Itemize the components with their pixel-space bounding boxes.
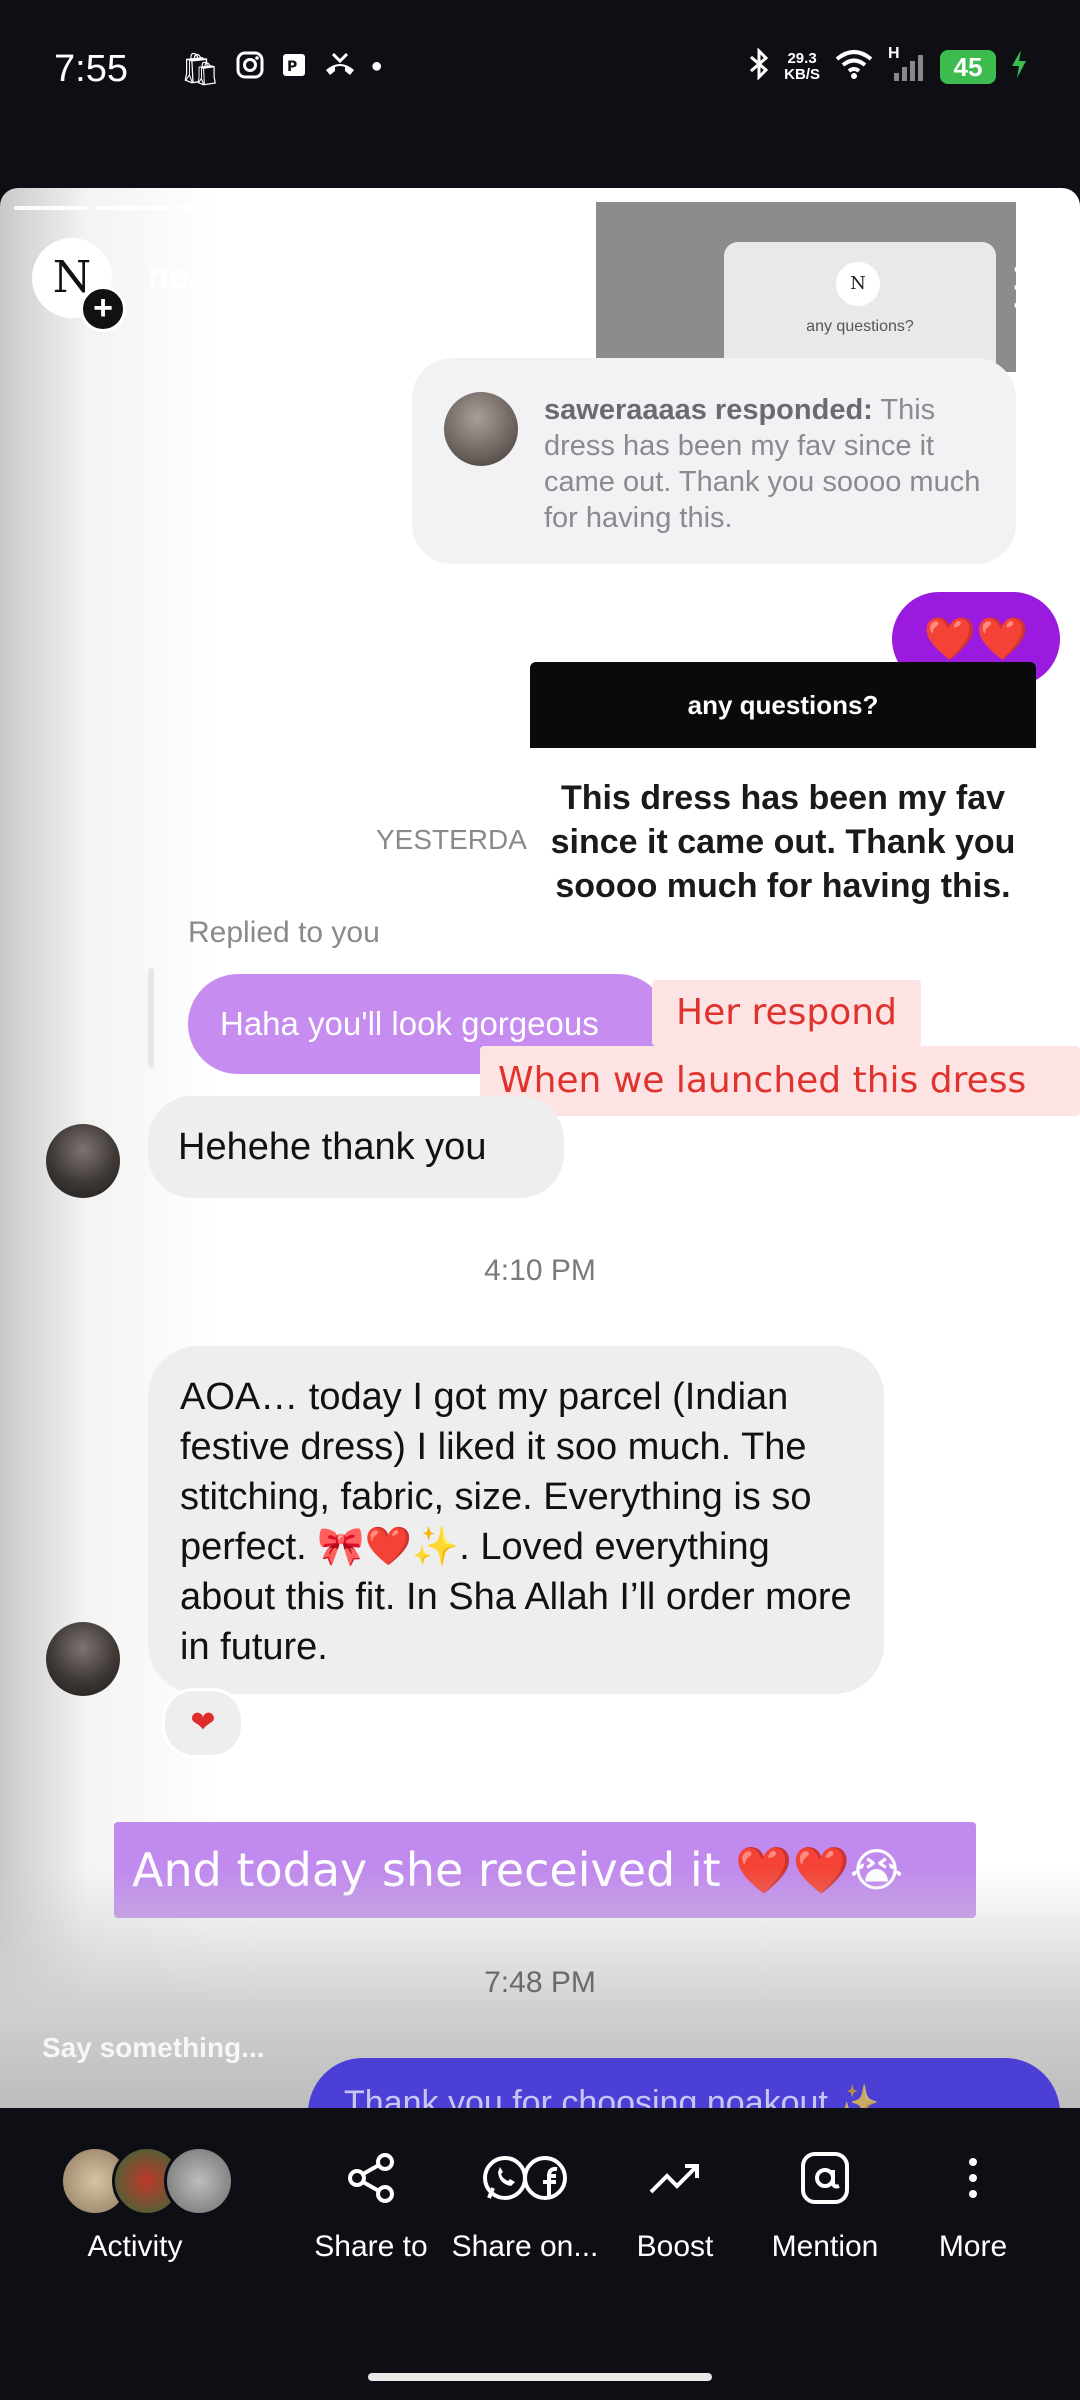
boost-label: Boost (636, 2230, 714, 2263)
notification-icons: 🛍 P ● (180, 50, 383, 88)
message-timestamp: 4:10 PM (484, 1254, 596, 1287)
date-divider: YESTERDA (376, 824, 527, 855)
sender-avatar (46, 1622, 120, 1696)
bluetooth-icon (748, 47, 770, 85)
share-on-label: Share on... (451, 2230, 599, 2263)
responder-avatar (444, 392, 518, 466)
progress-segment (503, 206, 577, 210)
response-card: saweraaaas responded: This dress has bee… (412, 358, 1016, 564)
whatsapp-facebook-icon (450, 2138, 600, 2218)
share-to-label: Share to (314, 2230, 428, 2263)
viewer-avatar (164, 2146, 234, 2216)
progress-segment (14, 206, 88, 210)
status-bar: 7:55 🛍 P ● 29.3 KB/S H 45 (0, 0, 1080, 140)
more-vertical-icon (898, 2138, 1048, 2218)
replied-label: Replied to you (188, 916, 380, 949)
progress-segment (95, 206, 170, 210)
instagram-icon (235, 50, 265, 88)
sent-message-bubble: Thank you for choosing noakout ✨ (308, 2058, 1060, 2108)
network-speed-unit: KB/S (784, 65, 820, 83)
viewer-avatars (60, 2138, 234, 2218)
sender-avatar (46, 1124, 120, 1198)
progress-segment (258, 206, 333, 210)
share-icon (296, 2138, 446, 2218)
mention-label: Mention (771, 2230, 879, 2263)
heart-reaction: ❤ (162, 1688, 244, 1758)
reply-quote-bar (148, 968, 154, 1068)
story-more-options-icon[interactable]: · · · (1010, 247, 1023, 323)
trending-up-icon (600, 2138, 750, 2218)
network-speed-value: 29.3 (787, 49, 817, 67)
missed-call-icon (323, 50, 357, 88)
share-to-button[interactable]: Share to (296, 2138, 446, 2264)
story-username[interactable]: noakout_official (148, 258, 409, 297)
progress-segment (177, 206, 251, 210)
message-timestamp: 7:48 PM (484, 1966, 596, 1999)
responder-name: saweraaaas responded: (544, 394, 873, 426)
response-text: saweraaaas responded: This dress has bee… (544, 392, 994, 536)
shopping-bag-icon: 🛍 (180, 51, 221, 87)
received-message-bubble: AOA… today I got my parcel (Indian festi… (148, 1346, 884, 1694)
boost-button[interactable]: Boost (600, 2138, 750, 2264)
thumbnail-question: any questions? (806, 318, 914, 335)
question-sticker-answer: This dress has been my fav since it came… (530, 748, 1036, 938)
thumbnail-question-card: N any questions? (724, 242, 996, 372)
thumbnail-logo: N (836, 262, 880, 306)
story-thumbnail: N any questions? (596, 202, 1016, 372)
story-action-bar: Activity Share to Share on... Boost Ment… (0, 2108, 1080, 2400)
mention-icon (750, 2138, 900, 2218)
signal-icon: H (888, 45, 926, 83)
more-button[interactable]: More (898, 2138, 1048, 2264)
annotation-launch: When we launched this dress ❤️ (480, 1046, 1080, 1171)
activity-label: Activity (87, 2230, 183, 2263)
progress-segment (340, 206, 414, 210)
question-sticker-header: any questions? (530, 662, 1036, 748)
network-speed: 29.3 KB/S (784, 49, 820, 83)
battery-level: 45 (940, 49, 996, 84)
wifi-icon (834, 48, 874, 85)
story-timestamp: 5m (454, 260, 499, 296)
share-on-button[interactable]: Share on... (450, 2138, 600, 2264)
pdf-icon: P (279, 50, 309, 88)
add-story-plus-icon[interactable]: + (80, 286, 126, 332)
activity-button[interactable]: Activity (60, 2138, 234, 2264)
status-time: 7:55 (54, 48, 128, 90)
system-icons: 29.3 KB/S H 45 (748, 45, 1028, 85)
svg-text:P: P (287, 59, 297, 75)
mention-button[interactable]: Mention (750, 2138, 900, 2264)
charging-icon (1010, 48, 1028, 85)
say-something-input[interactable]: Say something... (42, 2032, 265, 2064)
annotation-her-respond: Her respond (652, 980, 921, 1046)
received-message-bubble: Hehehe thank you (148, 1096, 564, 1198)
dot-icon: ● (370, 55, 383, 77)
story-viewer[interactable]: N any questions? N + noakout_official 5m… (0, 188, 1080, 2108)
progress-segment (421, 206, 496, 210)
home-indicator[interactable] (368, 2373, 712, 2381)
more-label: More (938, 2230, 1008, 2263)
